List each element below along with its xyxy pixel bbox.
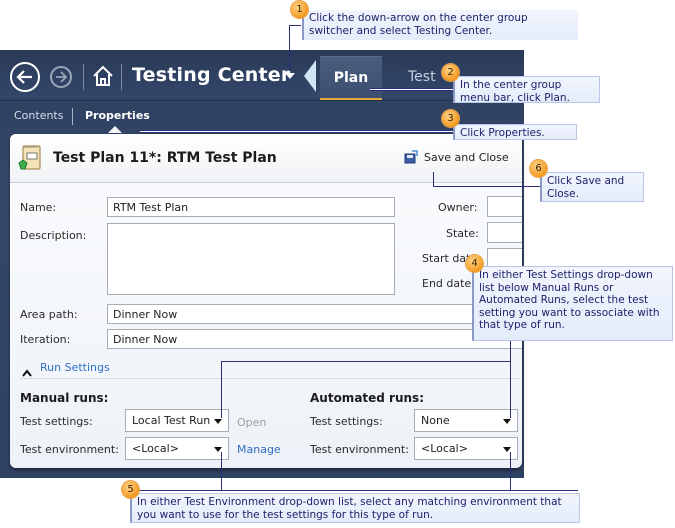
- end-date-label: End date:: [422, 277, 475, 290]
- panel-title: Test Plan 11*: RTM Test Plan: [53, 150, 277, 166]
- manage-link[interactable]: Manage: [237, 443, 281, 456]
- home-icon: [93, 65, 113, 86]
- callout-2: In the center group menu bar, click Plan…: [453, 76, 600, 104]
- callout-5-leader: [510, 452, 511, 490]
- test-plan-properties-panel: Test Plan 11*: RTM Test Plan Save and Cl…: [10, 134, 522, 468]
- section-divider: [20, 378, 520, 379]
- save-and-close-button[interactable]: Save and Close: [404, 150, 509, 164]
- automated-test-settings-label: Test settings:: [310, 415, 383, 428]
- name-input[interactable]: RTM Test Plan: [107, 197, 395, 217]
- manual-runs-heading: Manual runs:: [20, 391, 109, 405]
- collapse-triangle-left-icon[interactable]: [304, 60, 316, 92]
- callout-5-badge: 5: [122, 481, 139, 498]
- toolbar-separator: [83, 64, 84, 90]
- description-textarea[interactable]: [107, 223, 395, 295]
- callout-4: In either Test Settings drop-down list b…: [472, 266, 673, 341]
- callout-3: Click Properties.: [453, 124, 577, 140]
- save-and-close-label: Save and Close: [424, 150, 509, 164]
- callout-3-leader: [140, 130, 454, 133]
- automated-test-environment-dropdown[interactable]: <Local>: [414, 437, 518, 460]
- callout-2-badge: 2: [442, 64, 459, 81]
- callout-6: Click Save and Close.: [540, 172, 644, 202]
- chevron-up-icon: [22, 369, 32, 377]
- area-path-label: Area path:: [20, 308, 78, 321]
- callout-4-leader: [221, 361, 222, 418]
- callout-4-leader: [510, 340, 511, 418]
- state-label: State:: [446, 227, 479, 240]
- owner-input[interactable]: [487, 196, 522, 217]
- forward-button[interactable]: [50, 66, 72, 88]
- callout-6-leader: [433, 186, 541, 187]
- subnav-properties[interactable]: Properties: [85, 109, 150, 122]
- callout-1-badge: 1: [291, 1, 308, 18]
- area-path-input[interactable]: Dinner Now: [107, 304, 522, 324]
- app-title: Testing Center: [132, 64, 291, 86]
- tab-test[interactable]: Test: [408, 69, 436, 85]
- save-close-icon: [404, 150, 418, 164]
- group-switcher-caret-down-icon[interactable]: [285, 73, 295, 79]
- callout-6-badge: 6: [530, 160, 547, 177]
- manual-test-settings-label: Test settings:: [20, 415, 93, 428]
- selected-pointer: [108, 126, 122, 133]
- callout-4-leader: [221, 361, 511, 362]
- manual-test-environment-dropdown[interactable]: <Local>: [125, 437, 229, 460]
- callout-6-leader: [433, 172, 434, 186]
- home-button[interactable]: [92, 64, 114, 88]
- manual-test-environment-value: <Local>: [132, 442, 179, 455]
- automated-test-environment-value: <Local>: [421, 442, 468, 455]
- toolbar-separator: [121, 64, 122, 90]
- manual-test-settings-dropdown[interactable]: Local Test Run: [125, 409, 229, 432]
- callout-1-leader: [289, 25, 290, 71]
- state-input[interactable]: [487, 222, 522, 243]
- open-link[interactable]: Open: [237, 416, 266, 429]
- automated-test-settings-value: None: [421, 414, 450, 427]
- back-arrow-icon: [16, 70, 32, 84]
- automated-test-environment-label: Test environment:: [310, 443, 409, 456]
- run-settings-link[interactable]: Run Settings: [40, 361, 110, 374]
- callout-4-badge: 4: [466, 255, 483, 272]
- dropdown-arrow-icon: [503, 419, 511, 424]
- manual-test-environment-label: Test environment:: [20, 443, 119, 456]
- callout-1-leader: [289, 25, 301, 26]
- automated-runs-heading: Automated runs:: [310, 391, 424, 405]
- callout-5: In either Test Environment drop-down lis…: [130, 493, 580, 523]
- callout-2-leader: [370, 88, 454, 91]
- dropdown-arrow-icon: [214, 419, 222, 424]
- subnav-separator: [72, 108, 73, 125]
- panel-header: Test Plan 11*: RTM Test Plan Save and Cl…: [10, 134, 522, 183]
- callout-1: Click the down-arrow on the center group…: [302, 10, 578, 40]
- forward-arrow-icon: [56, 71, 68, 83]
- back-button[interactable]: [10, 62, 40, 92]
- callout-3-badge: 3: [442, 110, 459, 127]
- callout-5-leader: [221, 452, 222, 490]
- callout-5-leader: [131, 490, 578, 491]
- test-plan-icon: [18, 145, 41, 170]
- description-label: Description:: [20, 229, 87, 242]
- manual-test-settings-value: Local Test Run: [132, 414, 211, 427]
- iteration-input[interactable]: Dinner Now: [107, 329, 522, 349]
- automated-test-settings-dropdown[interactable]: None: [414, 409, 518, 432]
- owner-label: Owner:: [438, 201, 478, 214]
- subnav-contents[interactable]: Contents: [14, 109, 63, 122]
- name-label: Name:: [20, 201, 57, 214]
- iteration-label: Iteration:: [20, 333, 71, 346]
- tab-plan[interactable]: Plan: [320, 56, 382, 101]
